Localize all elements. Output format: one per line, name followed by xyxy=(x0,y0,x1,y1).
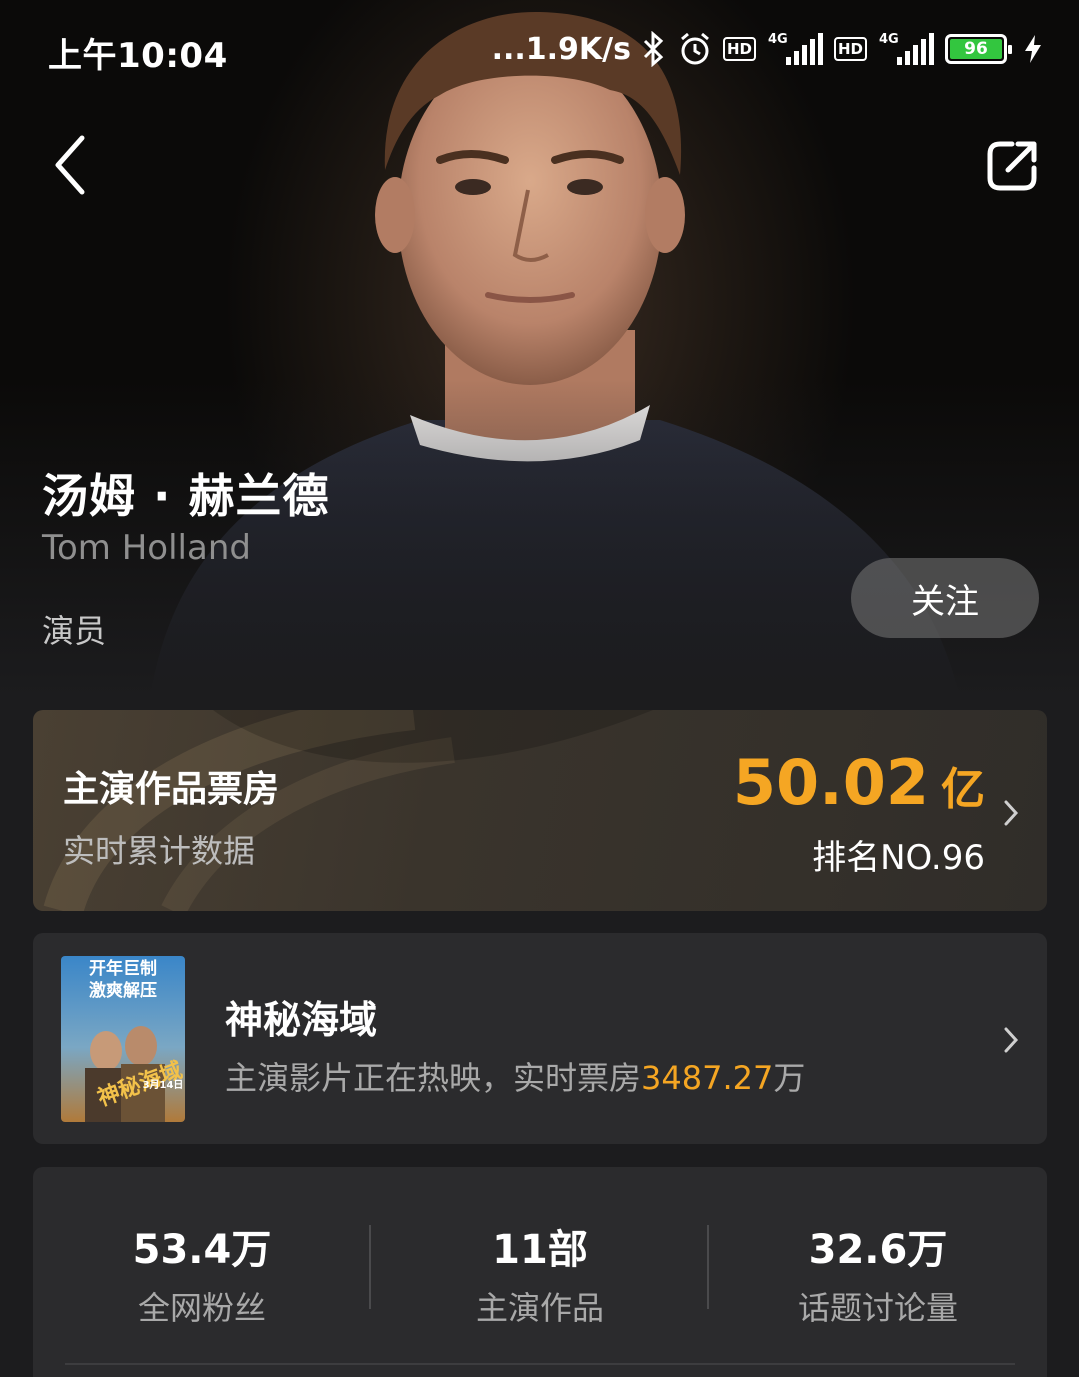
stat-fans[interactable]: 53.4万 全网粉丝 xyxy=(33,1217,371,1329)
box-office-value: 50.02 xyxy=(732,746,929,819)
movie-description: 主演影片正在热映，实时票房3487.27万 xyxy=(225,1053,805,1099)
alarm-icon xyxy=(677,31,713,67)
status-bar: 上午10:04 ...1.9K/s HD 4G HD 4G 96 xyxy=(0,0,1079,100)
box-office-card[interactable]: 主演作品票房 实时累计数据 50.02 亿 排名NO.96 xyxy=(33,710,1047,911)
divider xyxy=(65,1363,1015,1365)
hd-voice-icon: HD xyxy=(722,37,756,61)
box-office-title: 主演作品票房 xyxy=(63,769,280,810)
movie-realtime-box-office: 3487.27 xyxy=(641,1059,774,1097)
chevron-right-icon xyxy=(1004,800,1019,826)
actor-role: 演员 xyxy=(42,612,107,650)
follow-button[interactable]: 关注 xyxy=(851,558,1039,638)
stat-value: 11部 xyxy=(492,1227,588,1273)
charging-icon xyxy=(1023,33,1043,65)
status-time: 上午10:04 xyxy=(48,36,228,76)
movie-poster: 开年巨制 激爽解压 神秘海域 3月14日 xyxy=(61,956,185,1122)
box-office-unit: 亿 xyxy=(941,764,985,815)
hd-voice-icon-2: HD xyxy=(833,37,867,61)
chevron-right-icon xyxy=(1004,1027,1019,1053)
stat-works[interactable]: 11部 主演作品 xyxy=(371,1217,709,1329)
chevron-left-icon xyxy=(55,135,85,195)
box-office-total: 50.02 亿 xyxy=(733,746,985,819)
actor-name-chinese: 汤姆 · 赫兰德 xyxy=(42,469,330,523)
movie-desc-suffix: 万 xyxy=(773,1059,806,1097)
movie-title: 神秘海域 xyxy=(225,998,378,1042)
poster-date: 3月14日 xyxy=(143,1079,184,1091)
stat-discussions[interactable]: 32.6万 话题讨论量 xyxy=(709,1217,1047,1329)
back-button[interactable] xyxy=(48,128,98,202)
signal-4g-icon-2: 4G xyxy=(877,31,935,67)
movie-desc-prefix: 主演影片正在热映，实时票房 xyxy=(225,1059,642,1097)
actor-name-english: Tom Holland xyxy=(42,528,251,568)
now-showing-card[interactable]: 开年巨制 激爽解压 神秘海域 3月14日 神秘海域 主演影片正在热映，实时票房3… xyxy=(33,933,1047,1144)
share-icon xyxy=(987,141,1037,191)
poster-banner-bottom: 激爽解压 xyxy=(89,980,157,1001)
battery-level: 96 xyxy=(950,39,1002,59)
network-speed: ...1.9K/s xyxy=(491,31,631,67)
poster-banner-top: 开年巨制 xyxy=(89,958,157,979)
bluetooth-icon xyxy=(641,31,667,67)
svg-text:4G: 4G xyxy=(879,32,899,47)
actor-hero: 上午10:04 ...1.9K/s HD 4G HD 4G 96 汤姆 · 赫兰… xyxy=(0,0,1079,700)
signal-4g-icon: 4G xyxy=(766,31,824,67)
stat-label: 全网粉丝 xyxy=(137,1289,266,1327)
box-office-rank: 排名NO.96 xyxy=(812,838,985,878)
svg-text:4G: 4G xyxy=(768,32,788,47)
share-button[interactable] xyxy=(984,138,1040,194)
stat-label: 话题讨论量 xyxy=(797,1289,958,1327)
status-icons: ...1.9K/s HD 4G HD 4G 96 xyxy=(492,28,1043,70)
battery-icon: 96 xyxy=(945,34,1012,64)
stats-card: 53.4万 全网粉丝 11部 主演作品 32.6万 话题讨论量 xyxy=(33,1167,1047,1377)
box-office-subtitle: 实时累计数据 xyxy=(63,832,256,870)
stat-value: 32.6万 xyxy=(808,1227,948,1273)
stat-value: 53.4万 xyxy=(132,1227,272,1273)
stat-label: 主演作品 xyxy=(475,1289,604,1327)
